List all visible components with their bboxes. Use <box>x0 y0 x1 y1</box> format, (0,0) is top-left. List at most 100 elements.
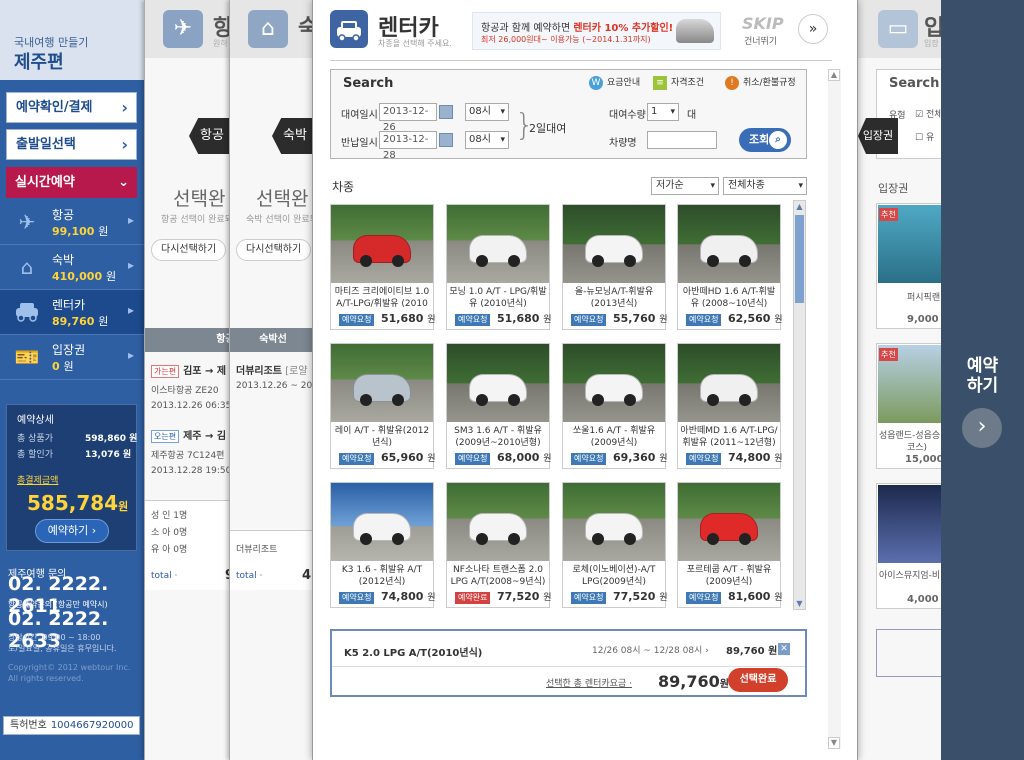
car-icon <box>330 10 368 48</box>
reservation-badge: 예약요청 <box>686 453 722 465</box>
skip-next-button[interactable]: » <box>798 14 828 44</box>
search-button[interactable]: 조회 ⌕ <box>739 128 791 152</box>
cancel-policy-link[interactable]: ! 취소/환불규정 <box>725 75 796 90</box>
car-name: NF소나타 트랜스폼 2.0 LPG A/T(2008~9년식) <box>450 565 546 587</box>
car-card[interactable]: 로체(이노베이션)-A/T LPG(2009년식) 예약요청 77,520 원 <box>562 482 668 608</box>
sidebar-item-price: 410,000 원 <box>52 270 117 283</box>
sidebar-item-flight[interactable]: ✈ 항공 99,100 원 ▸ <box>0 200 144 245</box>
sidebar-item-ticket[interactable]: 🎫 입장권 0 원 ▸ <box>0 335 144 380</box>
car-image <box>585 513 643 545</box>
car-image <box>353 513 411 545</box>
sort-select[interactable]: 저가순 <box>651 177 719 195</box>
sidebar-item-hotel[interactable]: ⌂ 숙박 410,000 원 ▸ <box>0 245 144 290</box>
skip-label[interactable]: SKIP <box>742 14 784 33</box>
scroll-up-icon: ▲ <box>796 202 803 211</box>
car-image <box>353 374 411 406</box>
car-photo <box>331 483 433 561</box>
return-date-field[interactable]: 2013-12-28 <box>379 131 437 161</box>
car-card[interactable]: NF소나타 트랜스폼 2.0 LPG A/T(2008~9년식) 예약완료 77,5… <box>446 482 552 608</box>
car-type-select[interactable]: 전체차종 <box>723 177 807 195</box>
car-price: 77,520 원 <box>497 590 552 603</box>
ticket-type-all[interactable]: ☑ 전체 <box>915 107 943 120</box>
ticket-card[interactable]: 추천 성읍랜드-성읍승 코스) 15,000 <box>876 343 943 469</box>
ticket-card[interactable]: 아이스뮤지엄-비 4,000 <box>876 483 943 609</box>
reservation-badge: 예약요청 <box>339 314 375 326</box>
chevron-right-icon: ▸ <box>127 258 134 272</box>
car-card[interactable]: K3 1.6 - 휘발유 A/T (2012년식) 예약요청 74,800 원 <box>330 482 436 608</box>
car-card[interactable]: 모닝 1.0 A/T - LPG/휘발유 (2010년식) 예약요청 51,680 … <box>446 204 552 330</box>
car-list-title: 차종 <box>332 180 355 194</box>
pax-child: 소 아 0명 <box>151 528 188 538</box>
dialog-scrollbar[interactable]: ▲ ▼ <box>828 69 841 749</box>
car-image <box>469 374 527 406</box>
skip-sublabel[interactable]: 건너뛰기 <box>744 34 777 47</box>
car-card[interactable]: 레이 A/T - 휘발유(2012년식) 예약요청 65,960 원 <box>330 343 436 469</box>
car-card[interactable]: 마티즈 크리에이티브 1.0 A/T-LPG/휘발유 (2010 예약요청 51,6… <box>330 204 436 330</box>
car-image <box>469 513 527 545</box>
return-hour-select[interactable]: 08시 <box>465 131 509 149</box>
car-card[interactable]: 쏘울1.6 A/T - 휘발유 (2009년식) 예약요청 69,360 원 <box>562 343 668 469</box>
car-card[interactable]: 아반떼HD 1.6 A/T-휘발유 (2008~10년식) 예약요청 62,560 … <box>677 204 783 330</box>
summary-total-amount: 585,784원 <box>27 491 129 515</box>
fee-info-link[interactable]: W 요금안내 <box>589 75 640 90</box>
reservation-badge: 예약요청 <box>339 592 375 604</box>
hotel-name-row: 더뷰리조트 [로얄 <box>236 366 308 377</box>
car-name: 레이 A/T - 휘발유(2012년식) <box>334 426 430 448</box>
car-photo <box>447 205 549 283</box>
reservation-badge: 예약요청 <box>686 314 722 326</box>
departure-date-label: 출발일선택 <box>16 137 76 152</box>
select-complete-button[interactable]: 선택완료 <box>728 668 788 692</box>
car-price: 62,560 원 <box>728 312 783 325</box>
car-name: 로체(이노베이션)-A/T LPG(2009년식) <box>572 565 656 587</box>
live-reservation-button[interactable]: 실시간예약 ⌄ <box>6 167 137 198</box>
promo-subtext: 최저 26,000원대~ 이용가능 (~2014.1.31까지) <box>481 35 651 44</box>
car-name: K3 1.6 - 휘발유 A/T (2012년식) <box>341 565 423 587</box>
ticket-search-heading: Search <box>889 76 940 91</box>
car-photo <box>447 483 549 561</box>
departure-date-button[interactable]: 출발일선택 › <box>6 129 137 160</box>
car-card[interactable]: SM3 1.6 A/T - 휘발유 (2009년~2010년형) 예약요청 68,0… <box>446 343 552 469</box>
calendar-icon[interactable] <box>439 133 453 147</box>
won-icon: W <box>589 75 603 90</box>
car-card[interactable]: 올-뉴모닝A/T-휘발유 (2013년식) 예약요청 55,760 원 <box>562 204 668 330</box>
close-icon[interactable]: ✕ <box>778 643 790 655</box>
calendar-icon[interactable] <box>439 105 453 119</box>
rental-duration: 2일대여 <box>529 122 567 135</box>
scroll-thumb <box>795 215 804 303</box>
sidebar-item-label: 입장권 <box>52 343 86 357</box>
car-name-input[interactable] <box>647 131 717 149</box>
pickup-hour-select[interactable]: 08시 <box>465 103 509 121</box>
sidebar-title: 제주편 <box>14 52 64 73</box>
hotel-step-hex: 숙박 <box>272 118 315 154</box>
reservation-confirm-button[interactable]: 예약확인/결제 › <box>6 92 137 123</box>
qualification-link[interactable]: ≡ 자격조건 <box>653 75 704 90</box>
ticket-step-hex: 입장권 <box>858 118 898 154</box>
flight-reselect-button[interactable]: 다시선택하기 <box>151 239 227 261</box>
chevron-right-icon: ▸ <box>127 303 134 317</box>
flight-done-title: 선택완 <box>173 188 226 210</box>
car-card[interactable]: 아반떼MD 1.6 A/T-LPG/휘발유 (2011~12년형) 예약요청 74,… <box>677 343 783 469</box>
car-icon <box>14 300 40 324</box>
quantity-label: 대여수량 <box>609 110 646 121</box>
reservation-badge: 예약요청 <box>571 314 607 326</box>
car-price: 74,800 원 <box>728 451 783 464</box>
chevron-right-icon[interactable]: › <box>962 408 1002 448</box>
ticket-card[interactable]: 추천 퍼시픽랜 9,000 <box>876 203 943 329</box>
sidebar-item-rentcar[interactable]: 렌터카 89,760 원 ▸ <box>0 290 144 335</box>
car-list-scrollbar[interactable]: ▲ ▼ <box>793 200 806 610</box>
promo-banner[interactable]: 항공과 함께 예약하면 렌터카 10% 추가할인! 최저 26,000원대~ 이… <box>472 12 721 50</box>
car-name: 아반떼MD 1.6 A/T-LPG/휘발유 (2011~12년형) <box>680 426 778 448</box>
ticket-type-other[interactable]: ☐ 유 <box>915 130 934 143</box>
car-name: 마티즈 크리에이티브 1.0 A/T-LPG/휘발유 (2010 <box>334 287 430 309</box>
car-card[interactable]: 포르테쿱 A/T - 휘발유 (2009년식) 예약요청 81,600 원 <box>677 482 783 608</box>
quantity-select[interactable]: 1 <box>647 103 679 121</box>
hotel-reselect-button[interactable]: 다시선택하기 <box>236 239 312 261</box>
pax-infant: 유 아 0명 <box>151 545 188 555</box>
ticket-name-2: 코스) <box>907 443 928 453</box>
scroll-up-icon: ▲ <box>828 69 840 81</box>
summary-total-label[interactable]: 총결제금액 <box>17 473 58 486</box>
hotel-total-label: total · <box>236 571 263 581</box>
pickup-date-field[interactable]: 2013-12-26 <box>379 103 437 133</box>
book-button[interactable]: 예약하기 › <box>35 519 109 543</box>
book-side-label[interactable]: 예약 하기 <box>941 356 1024 396</box>
